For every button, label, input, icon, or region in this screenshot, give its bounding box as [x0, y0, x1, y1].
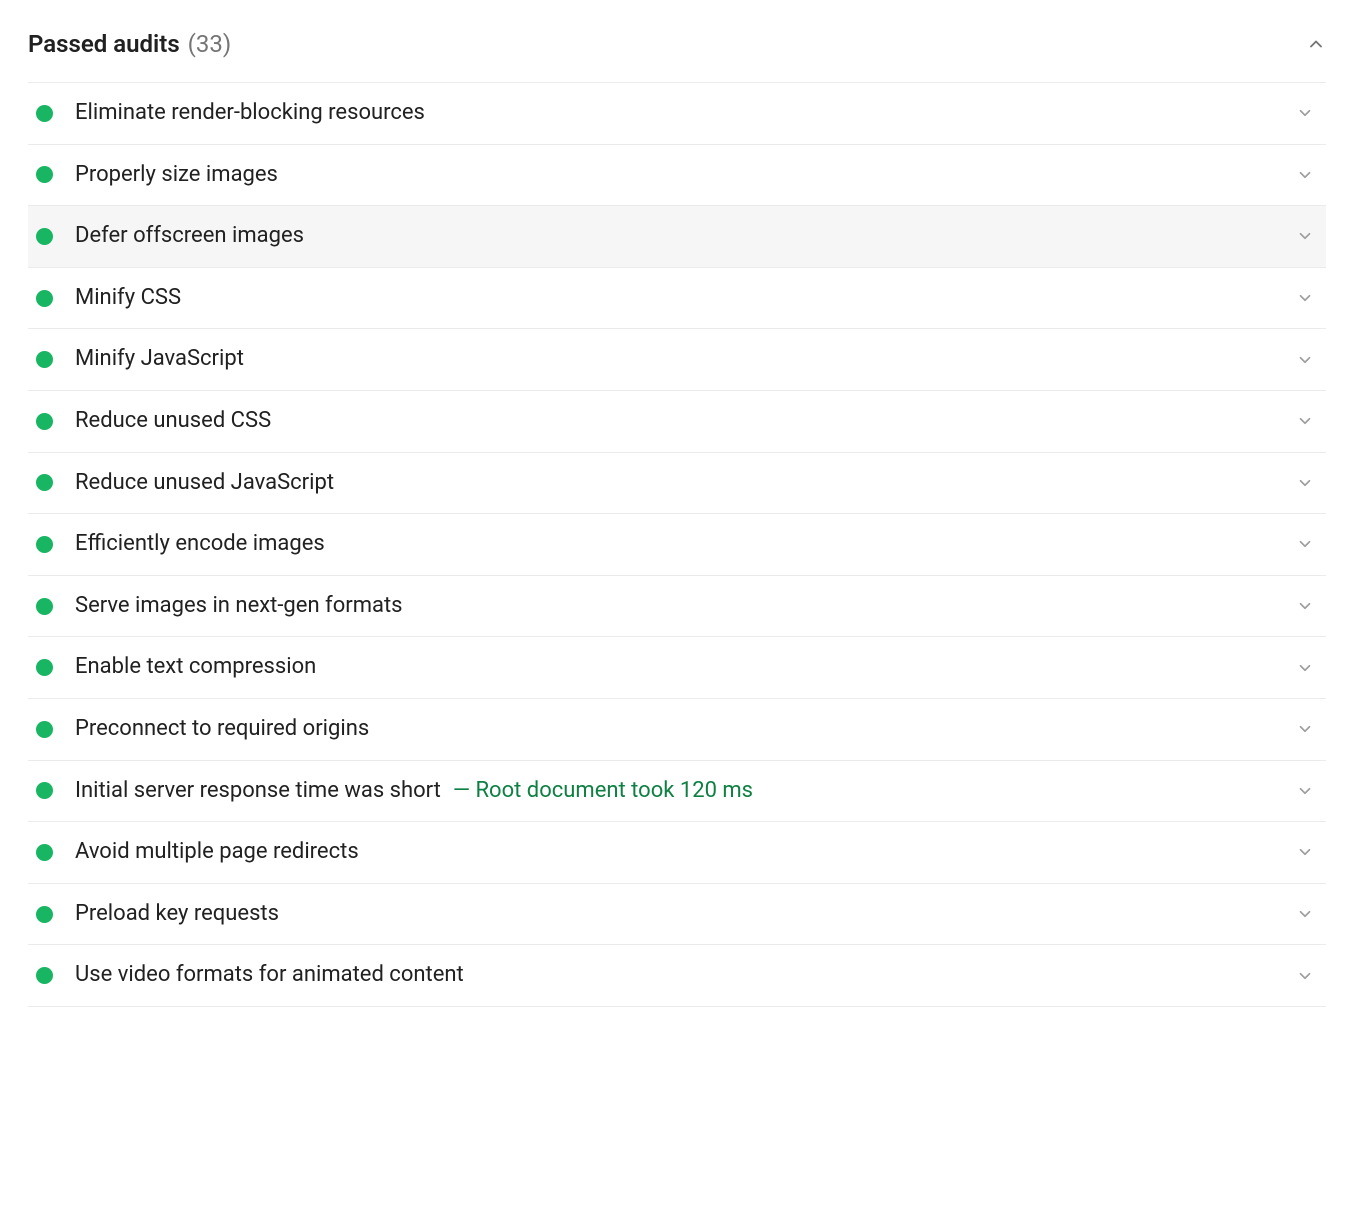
audit-row-content: Eliminate render-blocking resources: [32, 99, 425, 128]
chevron-down-icon: [1296, 474, 1314, 492]
audit-title-wrap: Minify JavaScript: [75, 345, 244, 374]
audit-row[interactable]: Eliminate render-blocking resources: [28, 83, 1326, 145]
audit-row-content: Defer offscreen images: [32, 222, 304, 251]
audit-row[interactable]: Reduce unused JavaScript: [28, 453, 1326, 515]
chevron-down-icon: [1296, 535, 1314, 553]
audit-row-content: Serve images in next-gen formats: [32, 592, 403, 621]
audit-row[interactable]: Avoid multiple page redirects: [28, 822, 1326, 884]
audit-row[interactable]: Preload key requests: [28, 884, 1326, 946]
audit-row-content: Enable text compression: [32, 653, 316, 682]
chevron-down-icon: [1296, 227, 1314, 245]
audit-title-wrap: Initial server response time was short — …: [75, 777, 753, 806]
audit-detail: — Root document took 120 ms: [453, 778, 753, 803]
passed-audits-header[interactable]: Passed audits (33): [28, 20, 1326, 82]
audit-row[interactable]: Use video formats for animated content: [28, 945, 1326, 1007]
audit-title: Reduce unused CSS: [75, 408, 271, 433]
chevron-down-icon: [1296, 412, 1314, 430]
audit-row-content: Minify JavaScript: [32, 345, 244, 374]
section-title-wrap: Passed audits (33): [28, 30, 231, 58]
audit-title-wrap: Reduce unused CSS: [75, 407, 271, 436]
audit-row-content: Initial server response time was short — …: [32, 777, 753, 806]
audit-title: Eliminate render-blocking resources: [75, 100, 425, 125]
audit-row[interactable]: Efficiently encode images: [28, 514, 1326, 576]
audit-row[interactable]: Initial server response time was short — …: [28, 761, 1326, 823]
audit-row[interactable]: Defer offscreen images: [28, 206, 1326, 268]
audit-title: Efficiently encode images: [75, 531, 325, 556]
audit-title: Serve images in next-gen formats: [75, 593, 403, 618]
chevron-down-icon: [1296, 782, 1314, 800]
audit-list: Eliminate render-blocking resources Prope…: [28, 82, 1326, 1007]
chevron-down-icon: [1296, 104, 1314, 122]
chevron-down-icon: [1296, 351, 1314, 369]
chevron-down-icon: [1296, 967, 1314, 985]
pass-status-icon: [36, 351, 53, 368]
pass-status-icon: [36, 598, 53, 615]
chevron-down-icon: [1296, 905, 1314, 923]
audit-title-wrap: Preload key requests: [75, 900, 279, 929]
audit-title: Defer offscreen images: [75, 223, 304, 248]
audit-row-content: Reduce unused CSS: [32, 407, 271, 436]
audit-title-wrap: Minify CSS: [75, 284, 181, 313]
audit-row[interactable]: Enable text compression: [28, 637, 1326, 699]
chevron-down-icon: [1296, 289, 1314, 307]
audit-title-wrap: Defer offscreen images: [75, 222, 304, 251]
pass-status-icon: [36, 105, 53, 122]
section-count: (33): [188, 30, 232, 58]
audit-row[interactable]: Minify CSS: [28, 268, 1326, 330]
audit-title: Minify JavaScript: [75, 346, 244, 371]
audit-title-wrap: Use video formats for animated content: [75, 961, 464, 990]
pass-status-icon: [36, 166, 53, 183]
chevron-down-icon: [1296, 166, 1314, 184]
audit-row[interactable]: Reduce unused CSS: [28, 391, 1326, 453]
audit-row[interactable]: Properly size images: [28, 145, 1326, 207]
pass-status-icon: [36, 659, 53, 676]
audit-title-wrap: Efficiently encode images: [75, 530, 325, 559]
audit-title: Enable text compression: [75, 654, 316, 679]
chevron-down-icon: [1296, 843, 1314, 861]
audit-title: Preload key requests: [75, 901, 279, 926]
audit-row[interactable]: Minify JavaScript: [28, 329, 1326, 391]
audit-title-wrap: Enable text compression: [75, 653, 316, 682]
audit-row-content: Preconnect to required origins: [32, 715, 369, 744]
section-title: Passed audits: [28, 30, 180, 58]
audit-row-content: Avoid multiple page redirects: [32, 838, 359, 867]
chevron-down-icon: [1296, 659, 1314, 677]
audit-row-content: Use video formats for animated content: [32, 961, 464, 990]
audit-title: Reduce unused JavaScript: [75, 470, 334, 495]
chevron-down-icon: [1296, 720, 1314, 738]
pass-status-icon: [36, 782, 53, 799]
pass-status-icon: [36, 413, 53, 430]
pass-status-icon: [36, 721, 53, 738]
pass-status-icon: [36, 906, 53, 923]
audit-title-wrap: Avoid multiple page redirects: [75, 838, 359, 867]
audit-row-content: Minify CSS: [32, 284, 181, 313]
audit-title-wrap: Eliminate render-blocking resources: [75, 99, 425, 128]
audit-title: Preconnect to required origins: [75, 716, 369, 741]
audit-row-content: Efficiently encode images: [32, 530, 325, 559]
audit-title-wrap: Properly size images: [75, 161, 278, 190]
pass-status-icon: [36, 844, 53, 861]
audit-row-content: Preload key requests: [32, 900, 279, 929]
audit-title: Properly size images: [75, 162, 278, 187]
audit-row-content: Reduce unused JavaScript: [32, 469, 334, 498]
audit-title-wrap: Serve images in next-gen formats: [75, 592, 403, 621]
pass-status-icon: [36, 290, 53, 307]
audit-row-content: Properly size images: [32, 161, 278, 190]
audit-title: Minify CSS: [75, 285, 181, 310]
audit-title: Avoid multiple page redirects: [75, 839, 359, 864]
pass-status-icon: [36, 474, 53, 491]
chevron-up-icon: [1306, 34, 1326, 54]
audit-title-wrap: Preconnect to required origins: [75, 715, 369, 744]
pass-status-icon: [36, 536, 53, 553]
chevron-down-icon: [1296, 597, 1314, 615]
audit-title: Initial server response time was short: [75, 778, 441, 803]
audit-title-wrap: Reduce unused JavaScript: [75, 469, 334, 498]
pass-status-icon: [36, 967, 53, 984]
audit-row[interactable]: Preconnect to required origins: [28, 699, 1326, 761]
pass-status-icon: [36, 228, 53, 245]
audit-row[interactable]: Serve images in next-gen formats: [28, 576, 1326, 638]
audit-title: Use video formats for animated content: [75, 962, 464, 987]
